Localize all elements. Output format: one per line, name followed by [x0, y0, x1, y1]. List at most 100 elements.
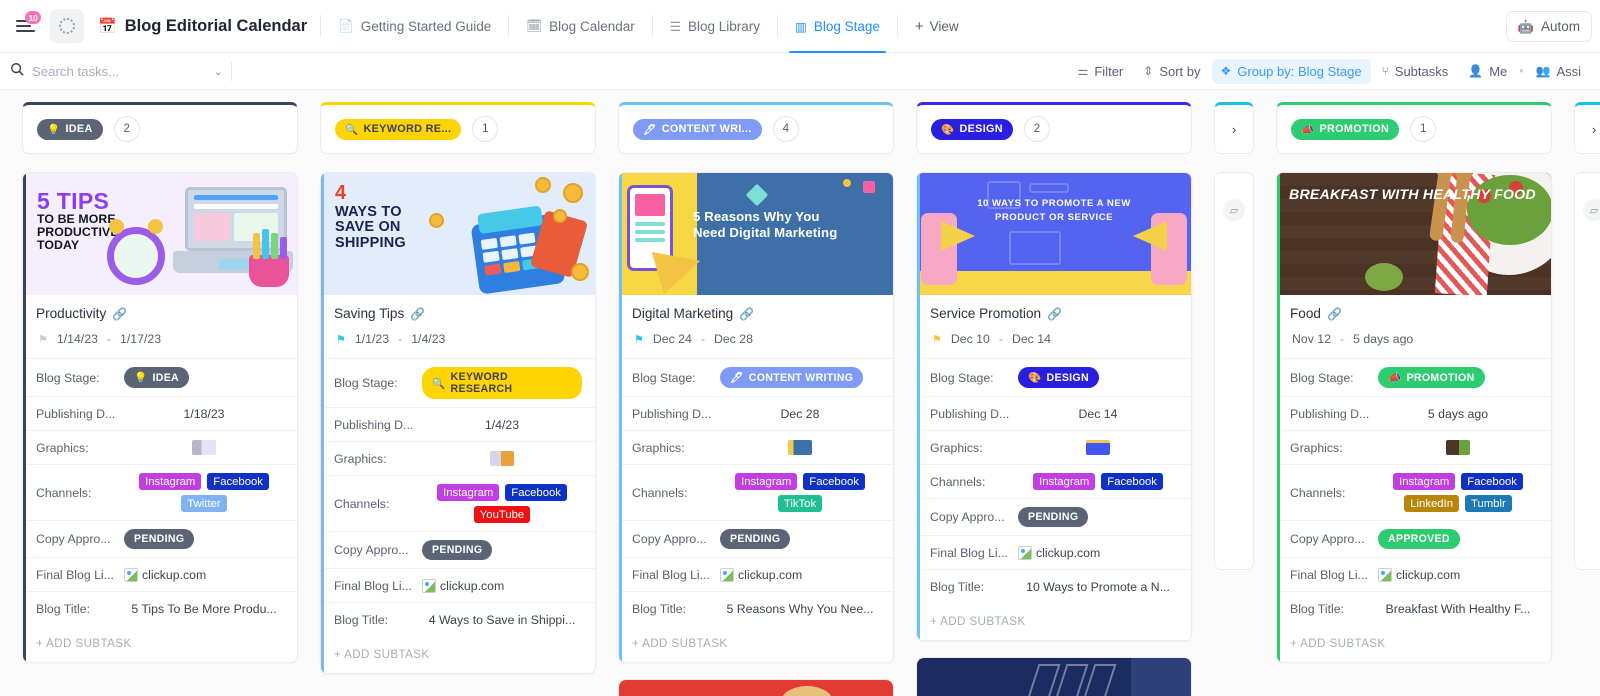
task-card-next-partial[interactable] [618, 679, 894, 696]
subtasks-button[interactable]: ⑂ Subtasks [1373, 59, 1458, 84]
column-header-content-writing[interactable]: 🖊 CONTENT WRI... 4 [618, 102, 894, 154]
copy-approval-badge[interactable]: PENDING [1018, 507, 1089, 527]
board-column-collapsed-2[interactable]: › ▱ [1574, 102, 1600, 570]
task-name[interactable]: Productivity 🔗 [36, 306, 284, 321]
task-name[interactable]: Food 🔗 [1290, 306, 1538, 321]
filter-button[interactable]: ⚌ Filter [1069, 59, 1133, 84]
field-copy-approval[interactable]: Copy Appro... APPROVED [1277, 520, 1551, 557]
channel-tag[interactable]: Facebook [803, 473, 865, 490]
final-blog-link-value[interactable]: clickup.com [1396, 568, 1460, 582]
field-blog-title[interactable]: Blog Title: Breakfast With Healthy F... [1277, 591, 1551, 625]
channel-tag[interactable]: YouTube [473, 506, 531, 523]
task-date-range[interactable]: ⚑ Dec 10 - Dec 14 [932, 332, 1178, 346]
field-copy-approval[interactable]: Copy Appro... PENDING [321, 531, 595, 568]
field-channels[interactable]: Channels: Instagram Facebook LinkedIn Tu… [1277, 464, 1551, 520]
field-blog-title[interactable]: Blog Title: 4 Ways to Save in Shippi... [321, 602, 595, 636]
group-by-button[interactable]: ❖ Group by: Blog Stage [1211, 58, 1371, 84]
field-graphics[interactable]: Graphics: [23, 430, 297, 464]
sort-by-button[interactable]: ⇕ Sort by [1134, 59, 1209, 84]
status-badge[interactable]: 🔍 KEYWORD RE... [335, 118, 462, 140]
channel-tag[interactable]: Instagram [1033, 473, 1096, 490]
status-badge[interactable]: 💡 IDEA [37, 118, 103, 140]
channel-tag[interactable]: Facebook [1461, 473, 1523, 490]
tab-blog-library[interactable]: ☰ Blog Library [656, 0, 774, 52]
task-card-food[interactable]: BREAKFAST WITH HEALTHY FOOD Food 🔗 Nov 1… [1276, 172, 1552, 663]
task-date-range[interactable]: ⚑ 1/1/23 - 1/4/23 [336, 332, 582, 346]
field-channels[interactable]: Channels: Instagram Facebook [917, 464, 1191, 498]
task-card-productivity[interactable]: 5 TIPS TO BE MORE PRODUCTIVE TODAY Produ… [22, 172, 298, 663]
field-channels[interactable]: Channels: Instagram Facebook TikTok [619, 464, 893, 520]
final-blog-link-value[interactable]: clickup.com [142, 568, 206, 582]
field-graphics[interactable]: Graphics: [1277, 430, 1551, 464]
chevron-down-icon[interactable]: ⌄ [214, 65, 223, 78]
task-name[interactable]: Digital Marketing 🔗 [632, 306, 880, 321]
channel-tag[interactable]: Facebook [207, 473, 269, 490]
field-final-blog-link[interactable]: Final Blog Li... clickup.com [321, 568, 595, 602]
field-copy-approval[interactable]: Copy Appro... PENDING [917, 498, 1191, 535]
graphics-thumbnail[interactable] [1086, 440, 1110, 455]
task-date-range[interactable]: ⚑ Dec 24 - Dec 28 [634, 332, 880, 346]
copy-approval-badge[interactable]: PENDING [124, 529, 195, 549]
assignees-button[interactable]: 👥 Assi [1526, 59, 1590, 84]
status-badge[interactable]: 📣 PROMOTION [1291, 118, 1400, 140]
field-final-blog-link[interactable]: Final Blog Li... clickup.com [23, 557, 297, 591]
add-subtask-button[interactable]: + ADD SUBTASK [1277, 625, 1551, 662]
channel-tag[interactable]: Instagram [139, 473, 202, 490]
task-name[interactable]: Service Promotion 🔗 [930, 306, 1178, 321]
main-menu-button[interactable]: 10 [8, 9, 42, 43]
search-input[interactable] [32, 63, 182, 79]
add-subtask-button[interactable]: + ADD SUBTASK [23, 625, 297, 662]
channel-tag[interactable]: Facebook [1101, 473, 1163, 490]
task-date-range[interactable]: ⚑ 1/14/23 - 1/17/23 [38, 332, 284, 346]
graphics-thumbnail[interactable] [1446, 440, 1470, 455]
task-card-digital-marketing[interactable]: 5 Reasons Why You Need Digital Marketing… [618, 172, 894, 663]
channel-tag[interactable]: Facebook [505, 484, 567, 501]
blog-stage-badge[interactable]: 🔍 KEYWORD RESEARCH [422, 367, 582, 399]
channel-tag[interactable]: TikTok [777, 495, 823, 512]
field-channels[interactable]: Channels: Instagram Facebook Twitter [23, 464, 297, 520]
field-blog-stage[interactable]: Blog Stage: 💡 IDEA [23, 358, 297, 396]
add-subtask-button[interactable]: + ADD SUBTASK [917, 603, 1191, 640]
field-blog-stage[interactable]: Blog Stage: 🔍 KEYWORD RESEARCH [321, 358, 595, 407]
task-card-next-partial[interactable] [916, 657, 1192, 696]
search-container[interactable]: ⌄ [8, 62, 223, 81]
field-graphics[interactable]: Graphics: [619, 430, 893, 464]
task-name[interactable]: Saving Tips 🔗 [334, 306, 582, 321]
field-blog-stage[interactable]: Blog Stage: 📣 PROMOTION [1277, 358, 1551, 396]
field-graphics[interactable]: Graphics: [321, 441, 595, 475]
status-badge[interactable]: 🖊 CONTENT WRI... [633, 118, 762, 140]
tab-getting-started-guide[interactable]: 📄 Getting Started Guide [324, 0, 505, 52]
field-blog-title[interactable]: Blog Title: 10 Ways to Promote a N... [917, 569, 1191, 603]
task-card-saving-tips[interactable]: 4 WAYS TO SAVE ON SHIPPING Saving Tips 🔗… [320, 172, 596, 674]
final-blog-link-value[interactable]: clickup.com [1036, 546, 1100, 560]
field-final-blog-link[interactable]: Final Blog Li... clickup.com [1277, 557, 1551, 591]
expand-column-button[interactable]: › [1574, 102, 1600, 154]
graphics-thumbnail[interactable] [490, 451, 514, 466]
add-view-button[interactable]: + View [901, 0, 973, 52]
field-publishing-date[interactable]: Publishing D... Dec 28 [619, 396, 893, 430]
channel-tag[interactable]: Twitter [181, 495, 227, 512]
copy-approval-badge[interactable]: PENDING [720, 529, 791, 549]
field-channels[interactable]: Channels: Instagram Facebook YouTube [321, 475, 595, 531]
add-subtask-button[interactable]: + ADD SUBTASK [321, 636, 595, 673]
column-header-idea[interactable]: 💡 IDEA 2 [22, 102, 298, 154]
blog-stage-badge[interactable]: 🖊 CONTENT WRITING [720, 367, 864, 388]
field-final-blog-link[interactable]: Final Blog Li... clickup.com [619, 557, 893, 591]
field-blog-stage[interactable]: Blog Stage: 🎨 DESIGN [917, 358, 1191, 396]
add-subtask-button[interactable]: + ADD SUBTASK [619, 625, 893, 662]
field-graphics[interactable]: Graphics: [917, 430, 1191, 464]
field-blog-title[interactable]: Blog Title: 5 Tips To Be More Produ... [23, 591, 297, 625]
field-copy-approval[interactable]: Copy Appro... PENDING [23, 520, 297, 557]
channel-tag[interactable]: Instagram [735, 473, 798, 490]
field-publishing-date[interactable]: Publishing D... 1/18/23 [23, 396, 297, 430]
blog-stage-badge[interactable]: 💡 IDEA [124, 367, 190, 388]
final-blog-link-value[interactable]: clickup.com [440, 579, 504, 593]
task-date-range[interactable]: Nov 12 - 5 days ago [1292, 332, 1538, 346]
tab-blog-stage[interactable]: ▥ Blog Stage [781, 0, 894, 53]
automations-button[interactable]: 🤖 Autom [1505, 11, 1592, 42]
channel-tag[interactable]: Instagram [437, 484, 500, 501]
board-column-collapsed-1[interactable]: › ▱ [1214, 102, 1254, 570]
me-filter-button[interactable]: 👤 Me [1459, 59, 1516, 84]
graphics-thumbnail[interactable] [192, 440, 216, 455]
field-blog-title[interactable]: Blog Title: 5 Reasons Why You Nee... [619, 591, 893, 625]
